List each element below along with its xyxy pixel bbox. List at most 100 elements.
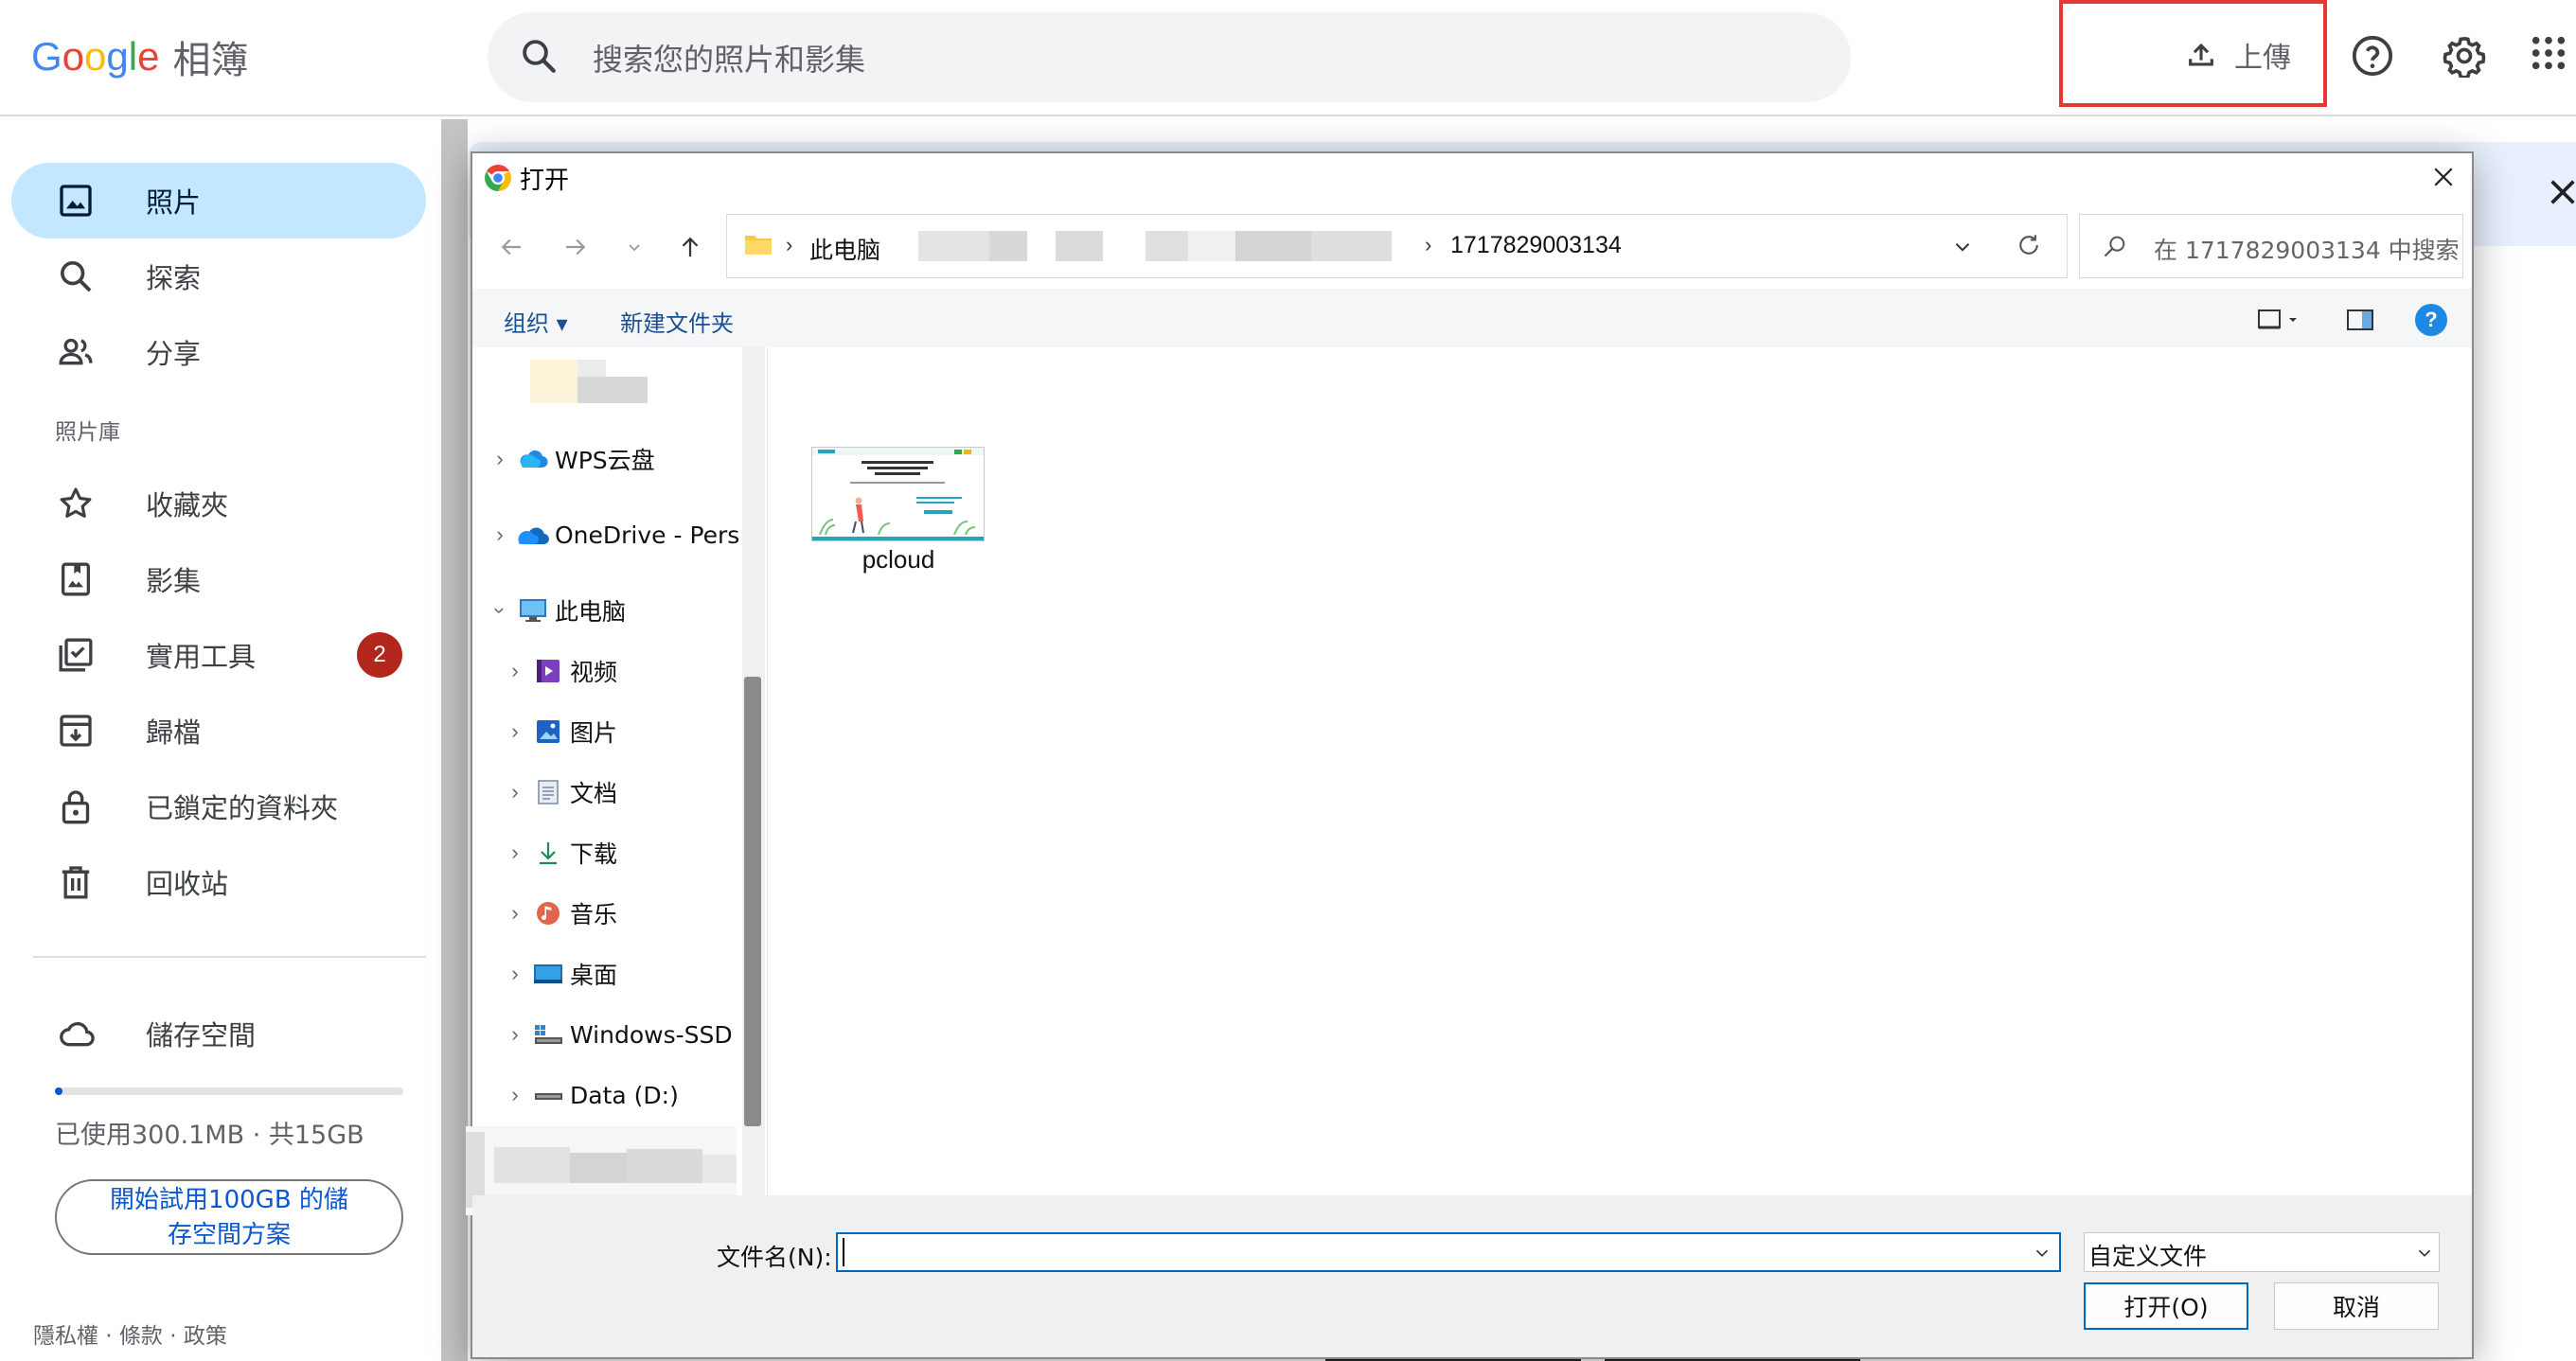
tree-item-label: 桌面 xyxy=(570,962,618,989)
dialog-help-icon[interactable]: ? xyxy=(2415,304,2447,336)
recent-locations-chevron-icon[interactable] xyxy=(623,233,646,261)
tree-scrollbar-thumb[interactable] xyxy=(744,677,761,1126)
tree-item-desktop[interactable]: › 桌面 xyxy=(504,955,617,993)
breadcrumb-this-pc[interactable]: 此电脑 xyxy=(809,232,880,266)
filetype-chevron-icon[interactable] xyxy=(2414,1243,2435,1264)
preview-pane-icon[interactable] xyxy=(2346,307,2376,333)
cloud-icon xyxy=(517,445,549,473)
tree-item-documents[interactable]: › 文档 xyxy=(504,773,617,811)
text-caret xyxy=(843,1238,844,1266)
computer-icon xyxy=(517,596,549,625)
tree-item-label: 此电脑 xyxy=(555,598,627,626)
filename-input[interactable] xyxy=(836,1232,2061,1272)
expand-chevron-icon[interactable]: › xyxy=(504,719,526,744)
sidebar-item-label: 分享 xyxy=(146,338,202,370)
storage-trial-button[interactable]: 開始試用100GB 的儲 存空間方案 xyxy=(55,1179,403,1255)
tree-item-music[interactable]: › 音乐 xyxy=(504,894,617,932)
tree-item-drive-d[interactable]: › Data (D:) xyxy=(504,1076,679,1114)
change-view-icon[interactable] xyxy=(2257,307,2301,333)
sidebar-item-label: 照片 xyxy=(146,186,202,219)
tree-item-videos[interactable]: › 视频 xyxy=(504,652,617,690)
folder-search-placeholder: 在 1717829003134 中搜索 xyxy=(2154,237,2460,264)
sidebar-item-explore[interactable]: 探索 xyxy=(11,239,426,314)
trial-line-1: 開始試用100GB 的儲 xyxy=(110,1186,348,1214)
help-icon[interactable] xyxy=(2351,34,2394,78)
expand-chevron-icon[interactable]: › xyxy=(489,447,511,471)
sidebar-item-storage[interactable]: 儲存空間 xyxy=(11,996,426,1071)
open-button[interactable]: 打开(O) xyxy=(2084,1282,2248,1330)
expand-chevron-icon[interactable]: › xyxy=(504,840,526,865)
google-photos-logo[interactable]: Google 相簿 xyxy=(31,28,248,85)
expand-chevron-icon[interactable]: › xyxy=(504,780,526,804)
breadcrumb-current-folder[interactable]: 1717829003134 xyxy=(1450,232,1622,259)
tree-item-this-pc[interactable]: › 此电脑 xyxy=(489,592,626,629)
archive-icon xyxy=(57,712,95,750)
forward-arrow-icon[interactable] xyxy=(561,233,590,261)
tree-item-label: Data (D:) xyxy=(570,1081,679,1109)
tree-item-wps-cloud[interactable]: › WPS云盘 xyxy=(489,440,654,478)
storage-progress-bar xyxy=(55,1087,403,1095)
desktop-icon xyxy=(532,960,564,988)
expand-chevron-icon[interactable]: › xyxy=(504,659,526,683)
close-icon[interactable] xyxy=(2547,176,2576,208)
file-name-label[interactable]: pcloud xyxy=(804,545,993,574)
command-bar xyxy=(472,289,2472,347)
address-history-chevron-icon[interactable] xyxy=(1950,235,1975,259)
sidebar-item-favorites[interactable]: 收藏夾 xyxy=(11,466,426,541)
expand-chevron-icon[interactable]: › xyxy=(504,1083,526,1107)
dialog-close-icon[interactable] xyxy=(2429,163,2458,191)
sidebar-item-archive[interactable]: 歸檔 xyxy=(11,693,426,769)
sidebar-item-locked-folder[interactable]: 已鎖定的資料夾 xyxy=(11,769,426,844)
tree-item-pictures[interactable]: › 图片 xyxy=(504,713,617,751)
cancel-button[interactable]: 取消 xyxy=(2274,1282,2439,1330)
new-folder-button[interactable]: 新建文件夹 xyxy=(620,305,734,338)
expand-chevron-icon[interactable]: › xyxy=(504,901,526,926)
tree-item-label: 音乐 xyxy=(570,901,618,928)
refresh-icon[interactable] xyxy=(2015,231,2043,259)
search-icon xyxy=(2102,233,2128,259)
settings-gear-icon[interactable] xyxy=(2443,34,2486,78)
breadcrumb-chevron-icon[interactable]: › xyxy=(786,233,792,257)
dialog-bottom-bar xyxy=(472,1195,2472,1357)
utilities-count-badge: 2 xyxy=(357,632,402,678)
sidebar-item-trash[interactable]: 回收站 xyxy=(11,844,426,920)
upload-icon xyxy=(2185,39,2217,71)
expand-chevron-icon[interactable]: › xyxy=(489,522,511,547)
expand-chevron-icon[interactable]: › xyxy=(504,1022,526,1047)
back-arrow-icon[interactable] xyxy=(497,233,525,261)
footer-links[interactable]: 隱私權 · 條款 · 政策 xyxy=(33,1317,227,1350)
tree-item-drive-c[interactable]: › Windows-SSD xyxy=(504,1016,732,1053)
folder-icon xyxy=(744,233,773,256)
filename-history-chevron-icon[interactable] xyxy=(2032,1243,2052,1264)
up-arrow-icon[interactable] xyxy=(676,233,704,261)
sidebar-item-albums[interactable]: 影集 xyxy=(11,541,426,617)
tree-item-onedrive[interactable]: › OneDrive - Pers xyxy=(489,516,739,554)
sidebar-item-photos[interactable]: 照片 xyxy=(11,163,426,239)
trash-icon xyxy=(57,863,95,901)
upload-button[interactable]: 上傳 xyxy=(2185,34,2291,76)
expand-chevron-icon[interactable]: › xyxy=(504,962,526,986)
sidebar-item-label: 探索 xyxy=(146,262,202,294)
collapse-chevron-icon[interactable]: › xyxy=(488,599,512,622)
breadcrumb-chevron-icon[interactable]: › xyxy=(1425,233,1431,257)
sidebar-item-sharing[interactable]: 分享 xyxy=(11,314,426,390)
cloud-icon xyxy=(57,1015,95,1052)
chrome-icon xyxy=(483,163,513,193)
search-icon[interactable] xyxy=(519,36,559,76)
tree-item-downloads[interactable]: › 下载 xyxy=(504,834,617,872)
search-input[interactable]: 搜索您的照片和影集 xyxy=(593,36,865,80)
organize-menu-button[interactable]: 组织 ▾ xyxy=(504,305,568,338)
lock-icon xyxy=(57,787,95,825)
product-name: 相簿 xyxy=(172,39,249,82)
tree-item-label: 下载 xyxy=(570,840,618,868)
storage-progress-fill xyxy=(55,1087,62,1095)
page-scrollbar[interactable] xyxy=(441,119,468,1361)
apps-grid-icon[interactable] xyxy=(2530,34,2567,72)
music-icon xyxy=(532,899,564,928)
pictures-icon xyxy=(532,717,564,746)
documents-icon xyxy=(532,778,564,806)
onedrive-icon xyxy=(517,521,549,549)
sidebar-item-label: 回收站 xyxy=(146,868,229,900)
file-thumbnail[interactable] xyxy=(811,447,985,541)
dialog-title: 打开 xyxy=(520,167,570,195)
